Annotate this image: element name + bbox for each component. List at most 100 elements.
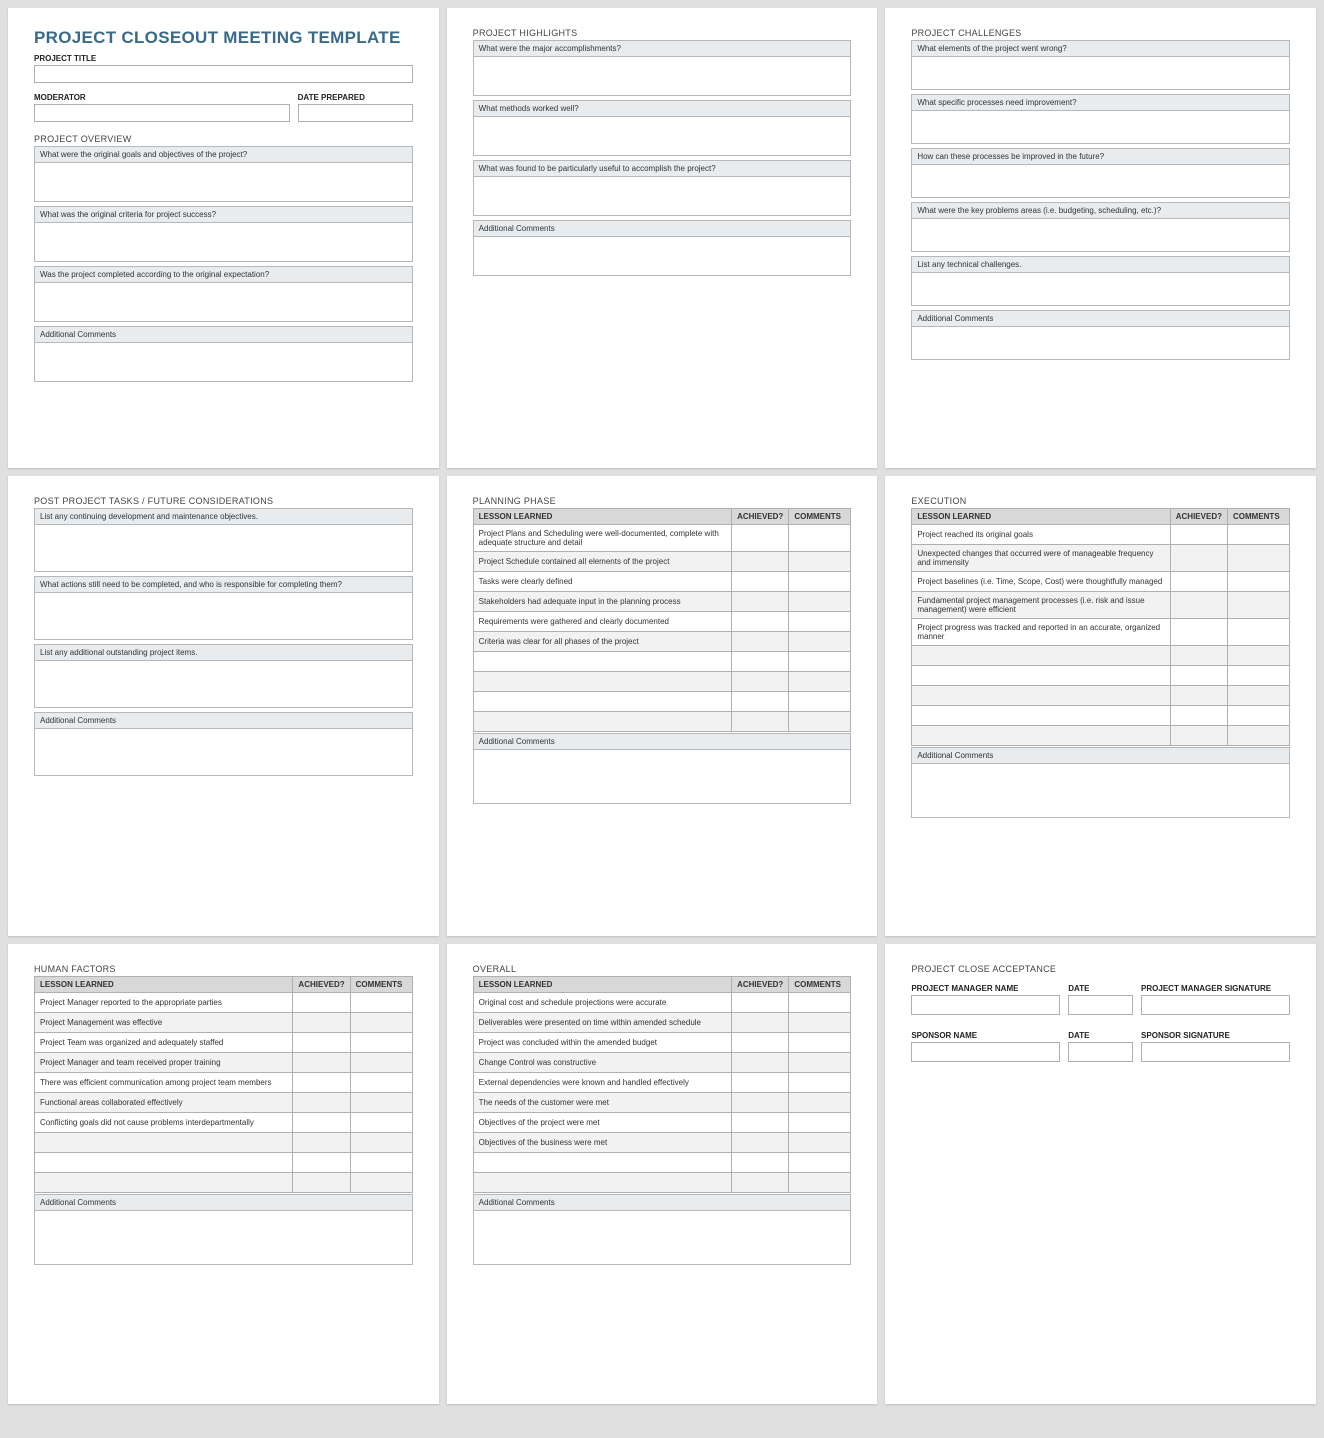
comments-cell[interactable] <box>350 1173 412 1193</box>
achieved-cell[interactable] <box>732 552 789 572</box>
achieved-cell[interactable] <box>293 1153 350 1173</box>
achieved-cell[interactable] <box>293 1113 350 1133</box>
overview-q2-input[interactable] <box>34 222 413 262</box>
achieved-cell[interactable] <box>732 1153 789 1173</box>
comments-cell[interactable] <box>1227 666 1289 686</box>
comments-cell[interactable] <box>1227 726 1289 746</box>
pm-date-input[interactable] <box>1068 995 1133 1015</box>
comments-cell[interactable] <box>1227 646 1289 666</box>
overview-q3-input[interactable] <box>34 282 413 322</box>
post-q2-input[interactable] <box>34 592 413 640</box>
challenges-q4-input[interactable] <box>911 218 1290 252</box>
sp-sig-input[interactable] <box>1141 1042 1290 1062</box>
comments-cell[interactable] <box>350 1153 412 1173</box>
comments-cell[interactable] <box>350 1093 412 1113</box>
comments-cell[interactable] <box>789 672 851 692</box>
comments-cell[interactable] <box>789 572 851 592</box>
comments-cell[interactable] <box>1227 525 1289 545</box>
achieved-cell[interactable] <box>1170 726 1227 746</box>
challenges-q3-input[interactable] <box>911 164 1290 198</box>
post-q1-input[interactable] <box>34 524 413 572</box>
achieved-cell[interactable] <box>293 1053 350 1073</box>
achieved-cell[interactable] <box>732 1033 789 1053</box>
achieved-cell[interactable] <box>732 1093 789 1113</box>
comments-cell[interactable] <box>1227 706 1289 726</box>
comments-cell[interactable] <box>789 525 851 552</box>
moderator-input[interactable] <box>34 104 290 122</box>
comments-cell[interactable] <box>1227 686 1289 706</box>
comments-cell[interactable] <box>350 993 412 1013</box>
sp-name-input[interactable] <box>911 1042 1060 1062</box>
comments-cell[interactable] <box>789 612 851 632</box>
challenges-addl-input[interactable] <box>911 326 1290 360</box>
comments-cell[interactable] <box>789 592 851 612</box>
achieved-cell[interactable] <box>732 632 789 652</box>
comments-cell[interactable] <box>350 1053 412 1073</box>
challenges-q5-input[interactable] <box>911 272 1290 306</box>
achieved-cell[interactable] <box>732 612 789 632</box>
comments-cell[interactable] <box>789 993 851 1013</box>
achieved-cell[interactable] <box>732 592 789 612</box>
achieved-cell[interactable] <box>732 692 789 712</box>
highlights-q3-input[interactable] <box>473 176 852 216</box>
achieved-cell[interactable] <box>1170 572 1227 592</box>
sp-date-input[interactable] <box>1068 1042 1133 1062</box>
achieved-cell[interactable] <box>732 572 789 592</box>
date-prepared-input[interactable] <box>298 104 413 122</box>
challenges-q2-input[interactable] <box>911 110 1290 144</box>
achieved-cell[interactable] <box>732 1073 789 1093</box>
execution-addl-input[interactable] <box>911 763 1290 818</box>
achieved-cell[interactable] <box>1170 592 1227 619</box>
comments-cell[interactable] <box>1227 545 1289 572</box>
challenges-q1-input[interactable] <box>911 56 1290 90</box>
comments-cell[interactable] <box>789 1153 851 1173</box>
comments-cell[interactable] <box>1227 592 1289 619</box>
comments-cell[interactable] <box>789 712 851 732</box>
highlights-q1-input[interactable] <box>473 56 852 96</box>
achieved-cell[interactable] <box>293 1073 350 1093</box>
overview-q1-input[interactable] <box>34 162 413 202</box>
achieved-cell[interactable] <box>293 993 350 1013</box>
highlights-addl-input[interactable] <box>473 236 852 276</box>
comments-cell[interactable] <box>789 1073 851 1093</box>
achieved-cell[interactable] <box>293 1133 350 1153</box>
achieved-cell[interactable] <box>293 1013 350 1033</box>
comments-cell[interactable] <box>350 1113 412 1133</box>
achieved-cell[interactable] <box>1170 619 1227 646</box>
comments-cell[interactable] <box>789 652 851 672</box>
comments-cell[interactable] <box>1227 572 1289 592</box>
achieved-cell[interactable] <box>732 1113 789 1133</box>
comments-cell[interactable] <box>350 1033 412 1053</box>
achieved-cell[interactable] <box>732 993 789 1013</box>
achieved-cell[interactable] <box>1170 686 1227 706</box>
highlights-q2-input[interactable] <box>473 116 852 156</box>
human-addl-input[interactable] <box>34 1210 413 1265</box>
comments-cell[interactable] <box>350 1133 412 1153</box>
comments-cell[interactable] <box>350 1013 412 1033</box>
comments-cell[interactable] <box>350 1073 412 1093</box>
achieved-cell[interactable] <box>732 1053 789 1073</box>
achieved-cell[interactable] <box>1170 646 1227 666</box>
achieved-cell[interactable] <box>293 1173 350 1193</box>
comments-cell[interactable] <box>789 692 851 712</box>
comments-cell[interactable] <box>789 1133 851 1153</box>
achieved-cell[interactable] <box>1170 666 1227 686</box>
achieved-cell[interactable] <box>732 1133 789 1153</box>
comments-cell[interactable] <box>789 552 851 572</box>
comments-cell[interactable] <box>789 632 851 652</box>
overview-addl-input[interactable] <box>34 342 413 382</box>
comments-cell[interactable] <box>789 1093 851 1113</box>
comments-cell[interactable] <box>789 1113 851 1133</box>
comments-cell[interactable] <box>789 1033 851 1053</box>
pm-sig-input[interactable] <box>1141 995 1290 1015</box>
achieved-cell[interactable] <box>732 712 789 732</box>
post-q3-input[interactable] <box>34 660 413 708</box>
planning-addl-input[interactable] <box>473 749 852 804</box>
achieved-cell[interactable] <box>732 672 789 692</box>
achieved-cell[interactable] <box>293 1033 350 1053</box>
project-title-input[interactable] <box>34 65 413 83</box>
achieved-cell[interactable] <box>732 652 789 672</box>
post-addl-input[interactable] <box>34 728 413 776</box>
achieved-cell[interactable] <box>732 1013 789 1033</box>
achieved-cell[interactable] <box>293 1093 350 1113</box>
